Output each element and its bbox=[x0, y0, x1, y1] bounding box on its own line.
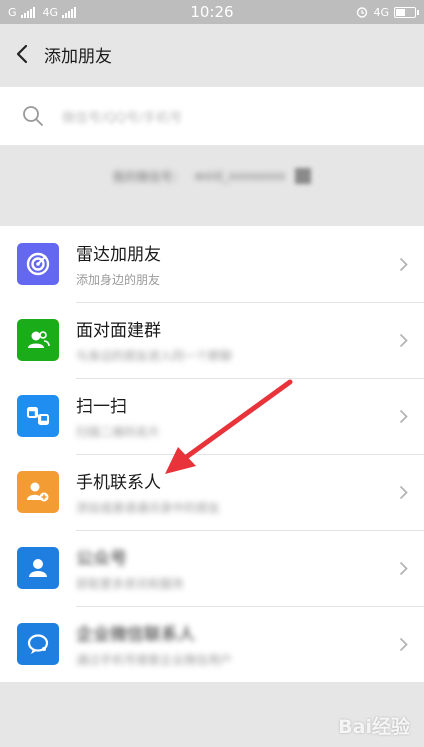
back-button[interactable] bbox=[4, 24, 40, 84]
chat-icon bbox=[17, 623, 59, 665]
option-title: 手机联系人 bbox=[76, 473, 161, 493]
chevron-right-icon bbox=[399, 378, 408, 454]
network-label: 4G bbox=[373, 5, 389, 19]
signal-bars-icon bbox=[62, 6, 77, 18]
chevron-right-icon bbox=[399, 454, 408, 530]
chevron-right-icon bbox=[399, 302, 408, 378]
group-icon bbox=[17, 319, 59, 361]
option-title: 面对面建群 bbox=[76, 321, 161, 341]
option-subtitle: 与身边的朋友进入同一个群聊 bbox=[76, 349, 233, 363]
nav-bar: 添加朋友 bbox=[0, 24, 424, 84]
status-right: 4G bbox=[356, 5, 419, 19]
scan-icon bbox=[17, 395, 59, 437]
my-id-label: 我的微信号： bbox=[112, 169, 185, 184]
search-placeholder: 微信号/QQ号/手机号 bbox=[62, 110, 183, 126]
option-radar[interactable]: 雷达加朋友 添加身边的朋友 bbox=[0, 226, 424, 302]
qr-code-icon[interactable] bbox=[295, 168, 312, 184]
battery-icon bbox=[394, 6, 419, 18]
add-friend-options: 雷达加朋友 添加身边的朋友 面对面建群 与身边的朋友进入同一个群聊 扫一扫 扫描… bbox=[0, 226, 424, 682]
sim2-label: 4G bbox=[42, 5, 59, 19]
search-input[interactable]: 微信号/QQ号/手机号 bbox=[0, 87, 424, 145]
option-subtitle: 通过手机号搜索企业微信用户 bbox=[76, 653, 233, 667]
alarm-icon bbox=[357, 7, 368, 18]
option-face-to-face-group[interactable]: 面对面建群 与身边的朋友进入同一个群聊 bbox=[0, 302, 424, 378]
option-subtitle: 添加身边的朋友 bbox=[76, 273, 161, 287]
chevron-left-icon bbox=[16, 44, 28, 64]
sim1-label: G bbox=[8, 5, 17, 19]
search-icon bbox=[23, 106, 43, 126]
option-subtitle: 扫描二维码名片 bbox=[76, 425, 161, 439]
watermark-logo: Bai经验 bbox=[338, 716, 410, 738]
radar-icon bbox=[17, 243, 59, 285]
option-subtitle: 获取更多资讯和服务 bbox=[76, 577, 185, 591]
page-title: 添加朋友 bbox=[44, 46, 112, 67]
signal-bars-icon bbox=[20, 6, 35, 18]
contact-add-icon bbox=[17, 471, 59, 513]
option-work-contacts[interactable]: 企业微信联系人 通过手机号搜索企业微信用户 bbox=[0, 606, 424, 682]
chevron-right-icon bbox=[399, 226, 408, 302]
option-title: 公众号 bbox=[76, 549, 127, 569]
status-bar: G 4G 10:26 4G bbox=[0, 0, 424, 24]
option-title: 扫一扫 bbox=[76, 397, 127, 417]
signal-area: G 4G bbox=[8, 6, 80, 19]
person-icon bbox=[17, 547, 59, 589]
chevron-right-icon bbox=[399, 606, 408, 682]
option-phone-contacts[interactable]: 手机联系人 添加或邀请通讯录中的朋友 bbox=[0, 454, 424, 530]
option-title: 企业微信联系人 bbox=[76, 625, 195, 645]
my-id-value: wxid_xxxxxxxx bbox=[194, 169, 286, 183]
option-official-account[interactable]: 公众号 获取更多资讯和服务 bbox=[0, 530, 424, 606]
option-title: 雷达加朋友 bbox=[76, 245, 161, 265]
option-scan[interactable]: 扫一扫 扫描二维码名片 bbox=[0, 378, 424, 454]
chevron-right-icon bbox=[399, 530, 408, 606]
my-id-row[interactable]: 我的微信号： wxid_xxxxxxxx bbox=[0, 145, 424, 207]
option-subtitle: 添加或邀请通讯录中的朋友 bbox=[76, 501, 221, 515]
